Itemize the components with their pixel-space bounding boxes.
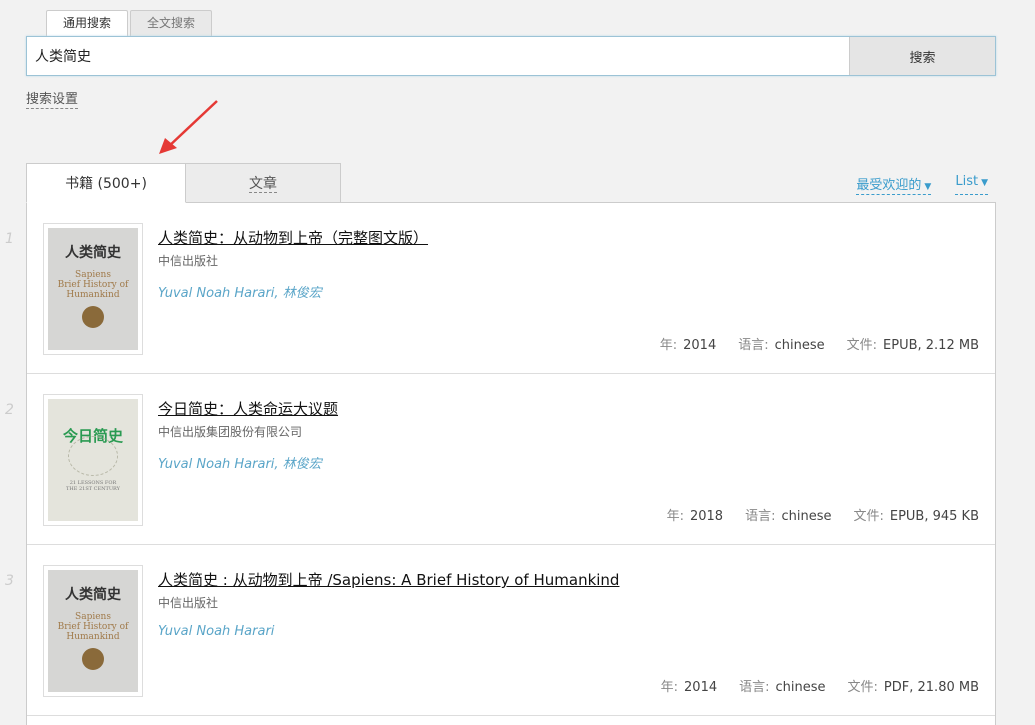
- tab-general-search[interactable]: 通用搜索: [46, 10, 129, 37]
- book-meta: 年: 2014 语言: chinese 文件: EPUB, 2.12 MB: [660, 334, 979, 353]
- row-number: 1: [5, 231, 14, 247]
- meta-year: 年: 2014: [661, 676, 717, 695]
- result-row: 1 人类简史 Sapiens Brief History of Humankin…: [5, 203, 995, 374]
- book-cover[interactable]: 今日简史 21 LESSONS FOR THE 21ST CENTURY: [43, 394, 143, 526]
- meta-file: 文件: EPUB, 945 KB: [853, 505, 979, 524]
- fingerprint-graphic: [68, 436, 118, 476]
- meta-value: 2014: [683, 338, 717, 353]
- meta-label: 年:: [659, 338, 678, 353]
- red-arrow-annotation: [159, 100, 218, 154]
- result-row: 3 人类简史 Sapiens Brief History of Humankin…: [5, 545, 995, 716]
- book-title-link[interactable]: 今日简史：人类命运大议题: [158, 398, 338, 419]
- meta-value: 2018: [689, 509, 724, 524]
- view-mode-label: List: [955, 174, 979, 189]
- results-list: 1 人类简史 Sapiens Brief History of Humankin…: [5, 202, 996, 725]
- tab-fulltext-search[interactable]: 全文搜索: [130, 10, 213, 36]
- cover-badge: [82, 648, 104, 670]
- sort-popularity-label: 最受欢迎的: [856, 178, 922, 193]
- meta-label: 文件:: [847, 680, 878, 695]
- meta-label: 语言:: [745, 509, 776, 524]
- meta-value: chinese: [774, 338, 825, 353]
- tab-articles-label: 文章: [249, 176, 277, 193]
- sort-controls: 最受欢迎的 ▼ List ▼: [856, 174, 988, 195]
- meta-year: 年: 2018: [667, 505, 723, 524]
- caret-down-icon: ▼: [924, 182, 932, 192]
- cover-title: 人类简史: [65, 245, 121, 261]
- cover-title: 人类简史: [65, 587, 121, 603]
- cover-subtitle: 21 LESSONS FOR THE 21ST CENTURY: [66, 480, 120, 492]
- meta-label: 年:: [666, 509, 684, 524]
- cover-art: 今日简史 21 LESSONS FOR THE 21ST CENTURY: [48, 399, 138, 521]
- meta-label: 语言:: [739, 680, 770, 695]
- meta-label: 年:: [660, 680, 679, 695]
- meta-label: 语言:: [738, 338, 769, 353]
- search-input[interactable]: [27, 37, 849, 75]
- result-type-tabs: 书籍 (500+) 文章: [26, 163, 341, 203]
- cover-art: 人类简史 Sapiens Brief History of Humankind: [48, 228, 138, 350]
- publisher: 中信出版社: [158, 596, 219, 610]
- meta-language: 语言: chinese: [738, 334, 824, 353]
- meta-language: 语言: chinese: [739, 676, 825, 695]
- meta-file: 文件: EPUB, 2.12 MB: [847, 334, 979, 353]
- cover-badge: [82, 306, 104, 328]
- cover-subtitle: Sapiens Brief History of Humankind: [57, 270, 129, 300]
- cover-art: 人类简史 Sapiens Brief History of Humankind: [48, 570, 138, 692]
- book-title-link[interactable]: 人类简史：从动物到上帝（完整图文版）: [158, 227, 428, 248]
- meta-value: EPUB, 945 KB: [889, 509, 979, 524]
- meta-value: EPUB, 2.12 MB: [883, 338, 979, 353]
- book-title-link[interactable]: 人类简史 : 从动物到上帝 /Sapiens: A Brief History …: [158, 569, 619, 590]
- result-row: 2 今日简史 21 LESSONS FOR THE 21ST CENTURY 今…: [5, 374, 995, 545]
- search-bar: 搜索: [26, 36, 996, 76]
- row-number: 3: [5, 573, 14, 589]
- tab-books[interactable]: 书籍 (500+): [26, 163, 186, 203]
- sort-popularity-dropdown[interactable]: 最受欢迎的 ▼: [856, 174, 932, 195]
- row-number: 2: [5, 402, 14, 418]
- book-meta: 年: 2014 语言: chinese 文件: PDF, 21.80 MB: [661, 676, 979, 695]
- publisher: 中信出版社: [158, 254, 219, 268]
- meta-value: PDF, 21.80 MB: [883, 680, 979, 695]
- search-mode-tabs: 通用搜索 全文搜索: [46, 10, 213, 37]
- cover-subtitle: Sapiens Brief History of Humankind: [57, 612, 129, 642]
- meta-year: 年: 2014: [660, 334, 716, 353]
- tab-articles[interactable]: 文章: [186, 163, 341, 203]
- meta-language: 语言: chinese: [745, 505, 831, 524]
- search-settings-link[interactable]: 搜索设置: [26, 88, 79, 109]
- meta-label: 文件:: [846, 338, 878, 353]
- publisher: 中信出版集团股份有限公司: [158, 425, 303, 439]
- meta-value: chinese: [781, 509, 832, 524]
- book-meta: 年: 2018 语言: chinese 文件: EPUB, 945 KB: [667, 505, 979, 524]
- book-cover[interactable]: 人类简史 Sapiens Brief History of Humankind: [43, 565, 143, 697]
- meta-value: chinese: [775, 680, 826, 695]
- caret-down-icon: ▼: [981, 178, 988, 188]
- book-cover[interactable]: 人类简史 Sapiens Brief History of Humankind: [43, 223, 143, 355]
- meta-value: 2014: [684, 680, 718, 695]
- meta-label: 文件:: [853, 509, 884, 524]
- authors-link[interactable]: Yuval Noah Harari, 林俊宏: [158, 453, 322, 472]
- meta-file: 文件: PDF, 21.80 MB: [848, 676, 979, 695]
- authors-link[interactable]: Yuval Noah Harari: [158, 624, 274, 639]
- search-button[interactable]: 搜索: [849, 37, 995, 75]
- authors-link[interactable]: Yuval Noah Harari, 林俊宏: [158, 282, 322, 301]
- view-mode-dropdown[interactable]: List ▼: [955, 174, 988, 195]
